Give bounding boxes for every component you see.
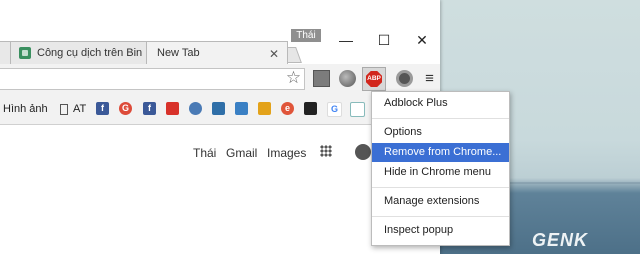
extension-circle-icon[interactable] (396, 70, 413, 87)
bookmark-image-icon[interactable] (235, 102, 248, 115)
bookmark-blue-icon[interactable] (212, 102, 225, 115)
bookmark-globe-icon[interactable] (189, 102, 202, 115)
adblock-context-menu: Adblock Plus Options Remove from Chrome.… (371, 91, 510, 246)
adblock-plus-button[interactable]: ABP (362, 67, 386, 91)
gmail-link[interactable]: Gmail (226, 146, 257, 160)
images-link[interactable]: Images (267, 146, 306, 160)
menu-divider (372, 187, 509, 188)
bookmark-label: Hình ảnh (3, 103, 48, 115)
page-icon (60, 103, 68, 115)
adblock-plus-icon: ABP (366, 71, 382, 87)
bookmark-black-icon[interactable] (304, 102, 317, 115)
profile-link[interactable]: Thái (193, 146, 216, 160)
translator-favicon-icon (19, 47, 31, 59)
menu-item-remove-from-chrome[interactable]: Remove from Chrome... (372, 143, 509, 162)
menu-item-adblock-plus[interactable]: Adblock Plus (372, 94, 509, 113)
bookmark-people-icon[interactable] (258, 102, 271, 115)
bookmark-red-icon[interactable] (166, 102, 179, 115)
tab-translator[interactable]: Công cụ dịch trên Bin (10, 41, 148, 64)
extension-globe-icon[interactable] (339, 70, 356, 87)
bookmark-e-icon[interactable]: e (281, 102, 294, 115)
address-bar[interactable] (0, 68, 305, 90)
menu-divider (372, 118, 509, 119)
bookmark-google-icon[interactable]: G (327, 102, 342, 117)
chrome-menu-icon[interactable]: ≡ (421, 70, 438, 87)
menu-item-manage-extensions[interactable]: Manage extensions (372, 192, 509, 211)
menu-item-inspect-popup[interactable]: Inspect popup (372, 221, 509, 240)
close-window-button[interactable]: ✕ (412, 32, 432, 49)
tab-label: Công cụ dịch trên Bin (37, 47, 143, 59)
avatar[interactable] (355, 144, 371, 160)
tab-new-tab[interactable]: New Tab ✕ (146, 41, 288, 64)
bookmark-facebook-icon[interactable]: f (96, 102, 109, 115)
bookmark-partial-icon[interactable] (350, 102, 365, 117)
menu-item-options[interactable]: Options (372, 123, 509, 142)
bookmark-at[interactable]: AT (60, 102, 86, 116)
maximize-button[interactable]: ☐ (374, 32, 394, 49)
bookmark-label: AT (73, 103, 87, 115)
bookmark-images[interactable]: Hình ảnh (0, 102, 48, 116)
bookmark-google-plus-icon[interactable]: G (119, 102, 132, 115)
bookmark-star-icon[interactable]: ☆ (285, 69, 302, 86)
extension-icon[interactable] (313, 70, 330, 87)
tab-label: New Tab (157, 47, 200, 59)
menu-item-hide-in-chrome-menu[interactable]: Hide in Chrome menu (372, 163, 509, 182)
minimize-button[interactable]: — (336, 32, 356, 48)
tab-close-icon[interactable]: ✕ (269, 47, 279, 61)
genk-watermark: GENK (532, 230, 589, 250)
apps-grid-icon[interactable] (320, 145, 332, 157)
profile-badge[interactable]: Thái (291, 29, 321, 42)
menu-divider (372, 216, 509, 217)
bookmark-facebook-icon[interactable]: f (143, 102, 156, 115)
